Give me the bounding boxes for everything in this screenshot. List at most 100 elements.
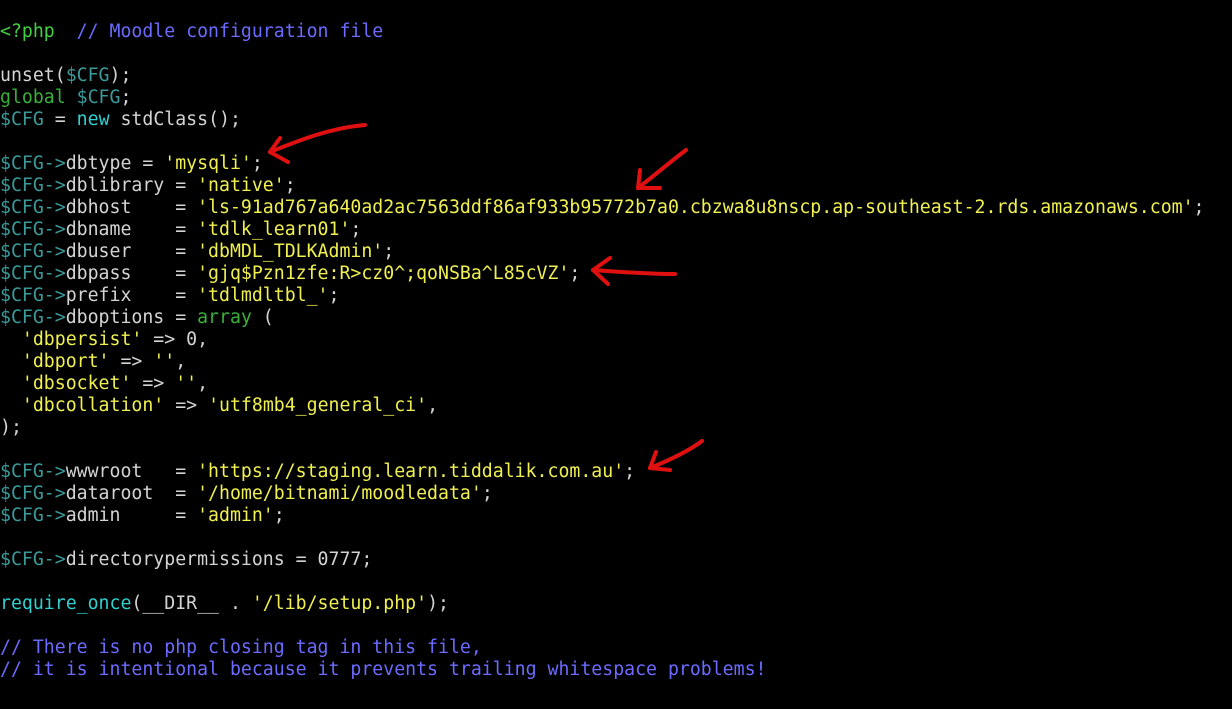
code-token: array [197,307,252,328]
code-token: , [175,351,187,372]
code-line[interactable]: $CFG->dbname = 'tdlk_learn01'; [0,219,1205,241]
code-token: $CFG [0,109,44,130]
code-token: ; [120,87,132,108]
code-token: $CFG-> [0,285,66,306]
code-token: 'dbpersist' [21,329,143,350]
code-line[interactable] [0,43,1205,65]
code-line[interactable]: $CFG->prefix = 'tdlmdltbl_'; [0,285,1205,307]
code-line[interactable] [0,571,1205,593]
code-token: => 0, [142,329,209,350]
code-token: $CFG-> [0,263,66,284]
code-token: directorypermissions = 0777; [65,549,373,570]
code-token: '' [175,373,198,394]
code-token: ; [1193,197,1205,218]
code-line[interactable]: ); [0,417,1205,439]
code-token: $CFG [65,65,110,86]
code-token: $CFG-> [0,175,66,196]
code-line[interactable]: 'dbpersist' => 0, [0,329,1205,351]
code-token: dbpass = [65,263,198,284]
code-token: ; [624,461,636,482]
code-token: require_once [0,593,132,614]
code-token: ( [251,307,274,328]
code-line[interactable]: $CFG->directorypermissions = 0777; [0,549,1205,571]
code-token: $CFG-> [0,241,66,262]
code-token: $CFG-> [0,219,66,240]
code-token: prefix = [65,285,198,306]
code-view[interactable]: <?php // Moodle configuration file unset(… [0,21,1205,681]
code-token: ); [427,593,449,614]
code-token: unset( [0,65,66,86]
code-token: dbtype = [65,153,165,174]
code-line[interactable]: $CFG->dbhost = 'ls-91ad767a640ad2ac7563d… [0,197,1205,219]
code-token: 'dbport' [21,351,110,372]
code-token: $CFG-> [0,505,66,526]
code-token: 'tdlk_learn01' [197,219,351,240]
code-line[interactable]: $CFG = new stdClass(); [0,109,1205,131]
code-line[interactable]: $CFG->dbtype = 'mysqli'; [0,153,1205,175]
code-token: 'dbsocket' [21,373,132,394]
code-token: $CFG-> [0,549,66,570]
code-token: 'admin' [197,505,274,526]
code-token: 'dbMDL_TDLKAdmin' [197,241,384,262]
code-line[interactable]: unset($CFG); [0,65,1205,87]
code-token: 'dbcollation' [21,395,165,416]
code-line[interactable]: $CFG->dbuser = 'dbMDL_TDLKAdmin'; [0,241,1205,263]
code-token: admin = [65,505,198,526]
code-token: ); [109,65,132,86]
code-token: dbname = [65,219,198,240]
code-token: 'ls-91ad767a640ad2ac7563ddf86af933b95772… [197,197,1194,218]
code-token: dblibrary = [65,175,198,196]
code-line[interactable]: global $CFG; [0,87,1205,109]
code-line[interactable]: 'dbport' => '', [0,351,1205,373]
code-line[interactable]: // it is intentional because it prevents… [0,659,1205,681]
code-line[interactable] [0,615,1205,637]
code-line[interactable]: 'dbsocket' => '', [0,373,1205,395]
code-token: $CFG-> [0,307,66,328]
code-token: => [131,373,176,394]
code-line[interactable]: $CFG->admin = 'admin'; [0,505,1205,527]
code-line[interactable]: require_once(__DIR__ . '/lib/setup.php')… [0,593,1205,615]
code-token: ; [328,285,340,306]
code-token: // it is intentional because it prevents… [0,659,767,680]
code-line[interactable]: <?php // Moodle configuration file [0,21,1205,43]
code-line[interactable]: $CFG->wwwroot = 'https://staging.learn.t… [0,461,1205,483]
code-token: , [427,395,439,416]
code-token: ; [350,219,362,240]
code-line[interactable] [0,439,1205,461]
code-token: 'utf8mb4_general_ci' [208,395,428,416]
code-token: $CFG-> [0,483,66,504]
code-token: = [43,109,77,130]
code-line[interactable]: 'dbcollation' => 'utf8mb4_general_ci', [0,395,1205,417]
code-token: ; [251,153,263,174]
code-token: // There is no php closing tag in this f… [0,637,482,658]
terminal-editor-window[interactable]: <?php // Moodle configuration file unset(… [0,0,1232,709]
code-token: , [197,373,209,394]
code-token: <?php [0,21,55,42]
code-line[interactable] [0,527,1205,549]
code-line[interactable]: $CFG->dboptions = array ( [0,307,1205,329]
code-line[interactable] [0,131,1205,153]
code-token: '/lib/setup.php' [251,593,428,614]
code-token: ; [284,175,296,196]
code-token: 'native' [197,175,285,196]
code-token: 'tdlmdltbl_' [197,285,329,306]
code-token: 'https://staging.learn.tiddalik.com.au' [197,461,625,482]
code-token: // Moodle configuration file [76,21,384,42]
code-line[interactable]: // There is no php closing tag in this f… [0,637,1205,659]
code-token: dbuser = [65,241,198,262]
code-token: 'mysqli' [164,153,252,174]
code-line[interactable]: $CFG->dbpass = 'gjq$Pzn1zfe:R>cz0^;qoNSB… [0,263,1205,285]
code-token: ; [569,263,581,284]
code-token: new [76,109,110,130]
code-token: $CFG-> [0,153,66,174]
code-token: dboptions = [65,307,198,328]
code-line[interactable]: $CFG->dblibrary = 'native'; [0,175,1205,197]
code-token: '/home/bitnami/moodledata' [197,483,482,504]
code-line[interactable]: $CFG->dataroot = '/home/bitnami/moodleda… [0,483,1205,505]
code-token: ); [0,417,22,438]
code-token: global [0,87,66,108]
